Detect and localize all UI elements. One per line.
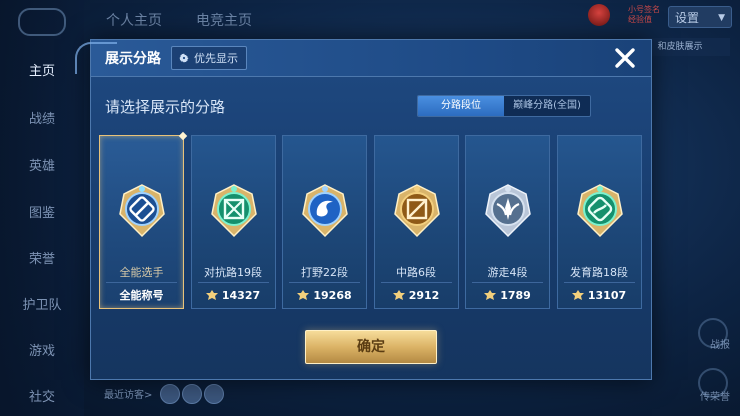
visitor-avatar[interactable] [182, 384, 202, 404]
lane-card-roam[interactable]: 游走4段 1789 [465, 135, 550, 309]
sidebar-item-games[interactable]: 游戏 [0, 340, 84, 359]
avatar-caption-line: 小号签名 [628, 5, 660, 14]
tab-profile[interactable]: 个人主页 [106, 10, 162, 30]
avatar-caption-line: 经验值 [628, 15, 652, 24]
lane-mode-toggle: 分路段位 巅峰分路(全国) [417, 95, 591, 117]
card-title: 对抗路19段 [204, 266, 262, 279]
points-icon [297, 290, 310, 300]
lane-card-clash[interactable]: 对抗路19段 14327 [190, 135, 276, 309]
tab-lane-rank[interactable]: 分路段位 [418, 96, 504, 116]
card-points-value: 14327 [221, 288, 261, 302]
card-points: 1789 [466, 285, 549, 305]
card-points: 2912 [375, 285, 458, 305]
all-round-badge-icon [119, 184, 165, 238]
sidebar-item-honor[interactable]: 荣誉 [0, 248, 84, 267]
honor-pass-label: 传荣誉 [700, 392, 730, 403]
farm-lane-badge-icon [576, 184, 623, 238]
close-button[interactable] [611, 44, 639, 72]
points-icon [392, 290, 405, 300]
dialog-subtitle: 请选择展示的分路 [105, 98, 226, 116]
report-label: 战报 [710, 340, 730, 351]
sidebar-item-social[interactable]: 社交 [0, 386, 84, 405]
points-icon [571, 290, 584, 300]
card-title-badge: 全能称号 [100, 285, 183, 305]
visitor-avatar[interactable] [204, 384, 224, 404]
background-sidebar: 主页 战绩 英雄 图鉴 荣誉 护卫队 游戏 社交 [0, 0, 84, 416]
mid-lane-badge-icon [393, 184, 440, 238]
card-points-value: 2912 [408, 288, 440, 302]
card-divider [106, 282, 177, 283]
card-divider [472, 282, 543, 283]
card-title: 全能选手 [119, 266, 164, 279]
confirm-button[interactable]: 确定 [305, 330, 437, 364]
card-divider [563, 282, 635, 283]
avatar-caption: 小号签名 经验值 [628, 5, 660, 25]
card-points: 19268 [283, 285, 366, 305]
card-title: 中路6段 [396, 266, 436, 279]
card-title: 游走4段 [487, 266, 528, 279]
card-points: 13107 [558, 285, 641, 305]
tab-peak-lane[interactable]: 巅峰分路(全国) [504, 96, 590, 116]
clash-lane-badge-icon [210, 184, 257, 238]
back-button[interactable] [18, 8, 66, 36]
sidebar-item-record[interactable]: 战绩 [0, 108, 84, 127]
priority-display-button[interactable]: 优先显示 [171, 46, 247, 70]
sidebar-item-codex[interactable]: 图鉴 [0, 202, 84, 221]
settings-dropdown[interactable]: 设置 ▼ [668, 6, 732, 28]
card-points: 14327 [192, 285, 275, 305]
card-bottom-text: 全能称号 [119, 289, 164, 302]
lane-card-jungle[interactable]: 打野22段 19268 [282, 135, 367, 309]
lane-card-mid[interactable]: 中路6段 2912 [373, 135, 459, 309]
card-points-value: 19268 [313, 288, 352, 302]
card-divider [289, 282, 360, 283]
dialog-title: 展示分路 [105, 51, 161, 67]
close-icon [615, 48, 635, 68]
dialog-header: 展示分路 优先显示 [75, 40, 651, 77]
points-icon [205, 290, 218, 300]
lane-display-dialog: 展示分路 优先显示 请选择展示的分路 分路段位 巅峰分路(全国) 全能选手 全能… [75, 39, 652, 380]
points-icon [484, 290, 497, 300]
gear-icon [179, 53, 189, 63]
selected-marker [178, 131, 188, 141]
recent-visitors-link[interactable]: 最近访客> [104, 386, 152, 401]
card-points-value: 1789 [500, 288, 531, 302]
lane-card-farm[interactable]: 发育路18段 13107 [556, 135, 642, 309]
sidebar-item-guard[interactable]: 护卫队 [0, 294, 84, 313]
jungle-badge-icon [302, 184, 348, 238]
visitor-avatar[interactable] [160, 384, 180, 404]
lane-card-all-round[interactable]: 全能选手 全能称号 [99, 131, 188, 309]
tab-esports[interactable]: 电竞主页 [196, 10, 252, 30]
roam-badge-icon [485, 184, 531, 238]
sidebar-item-heroes[interactable]: 英雄 [0, 155, 84, 174]
card-divider [197, 282, 269, 283]
chevron-down-icon: ▼ [718, 13, 725, 23]
card-points-value: 13107 [587, 288, 627, 302]
sidebar-item-home[interactable]: 主页 [0, 60, 84, 79]
card-title: 发育路18段 [570, 266, 628, 279]
avatar[interactable] [588, 4, 610, 26]
settings-label: 设置 [675, 11, 700, 25]
card-title: 打野22段 [301, 266, 348, 279]
card-divider [380, 282, 452, 283]
priority-label: 优先显示 [194, 52, 238, 65]
